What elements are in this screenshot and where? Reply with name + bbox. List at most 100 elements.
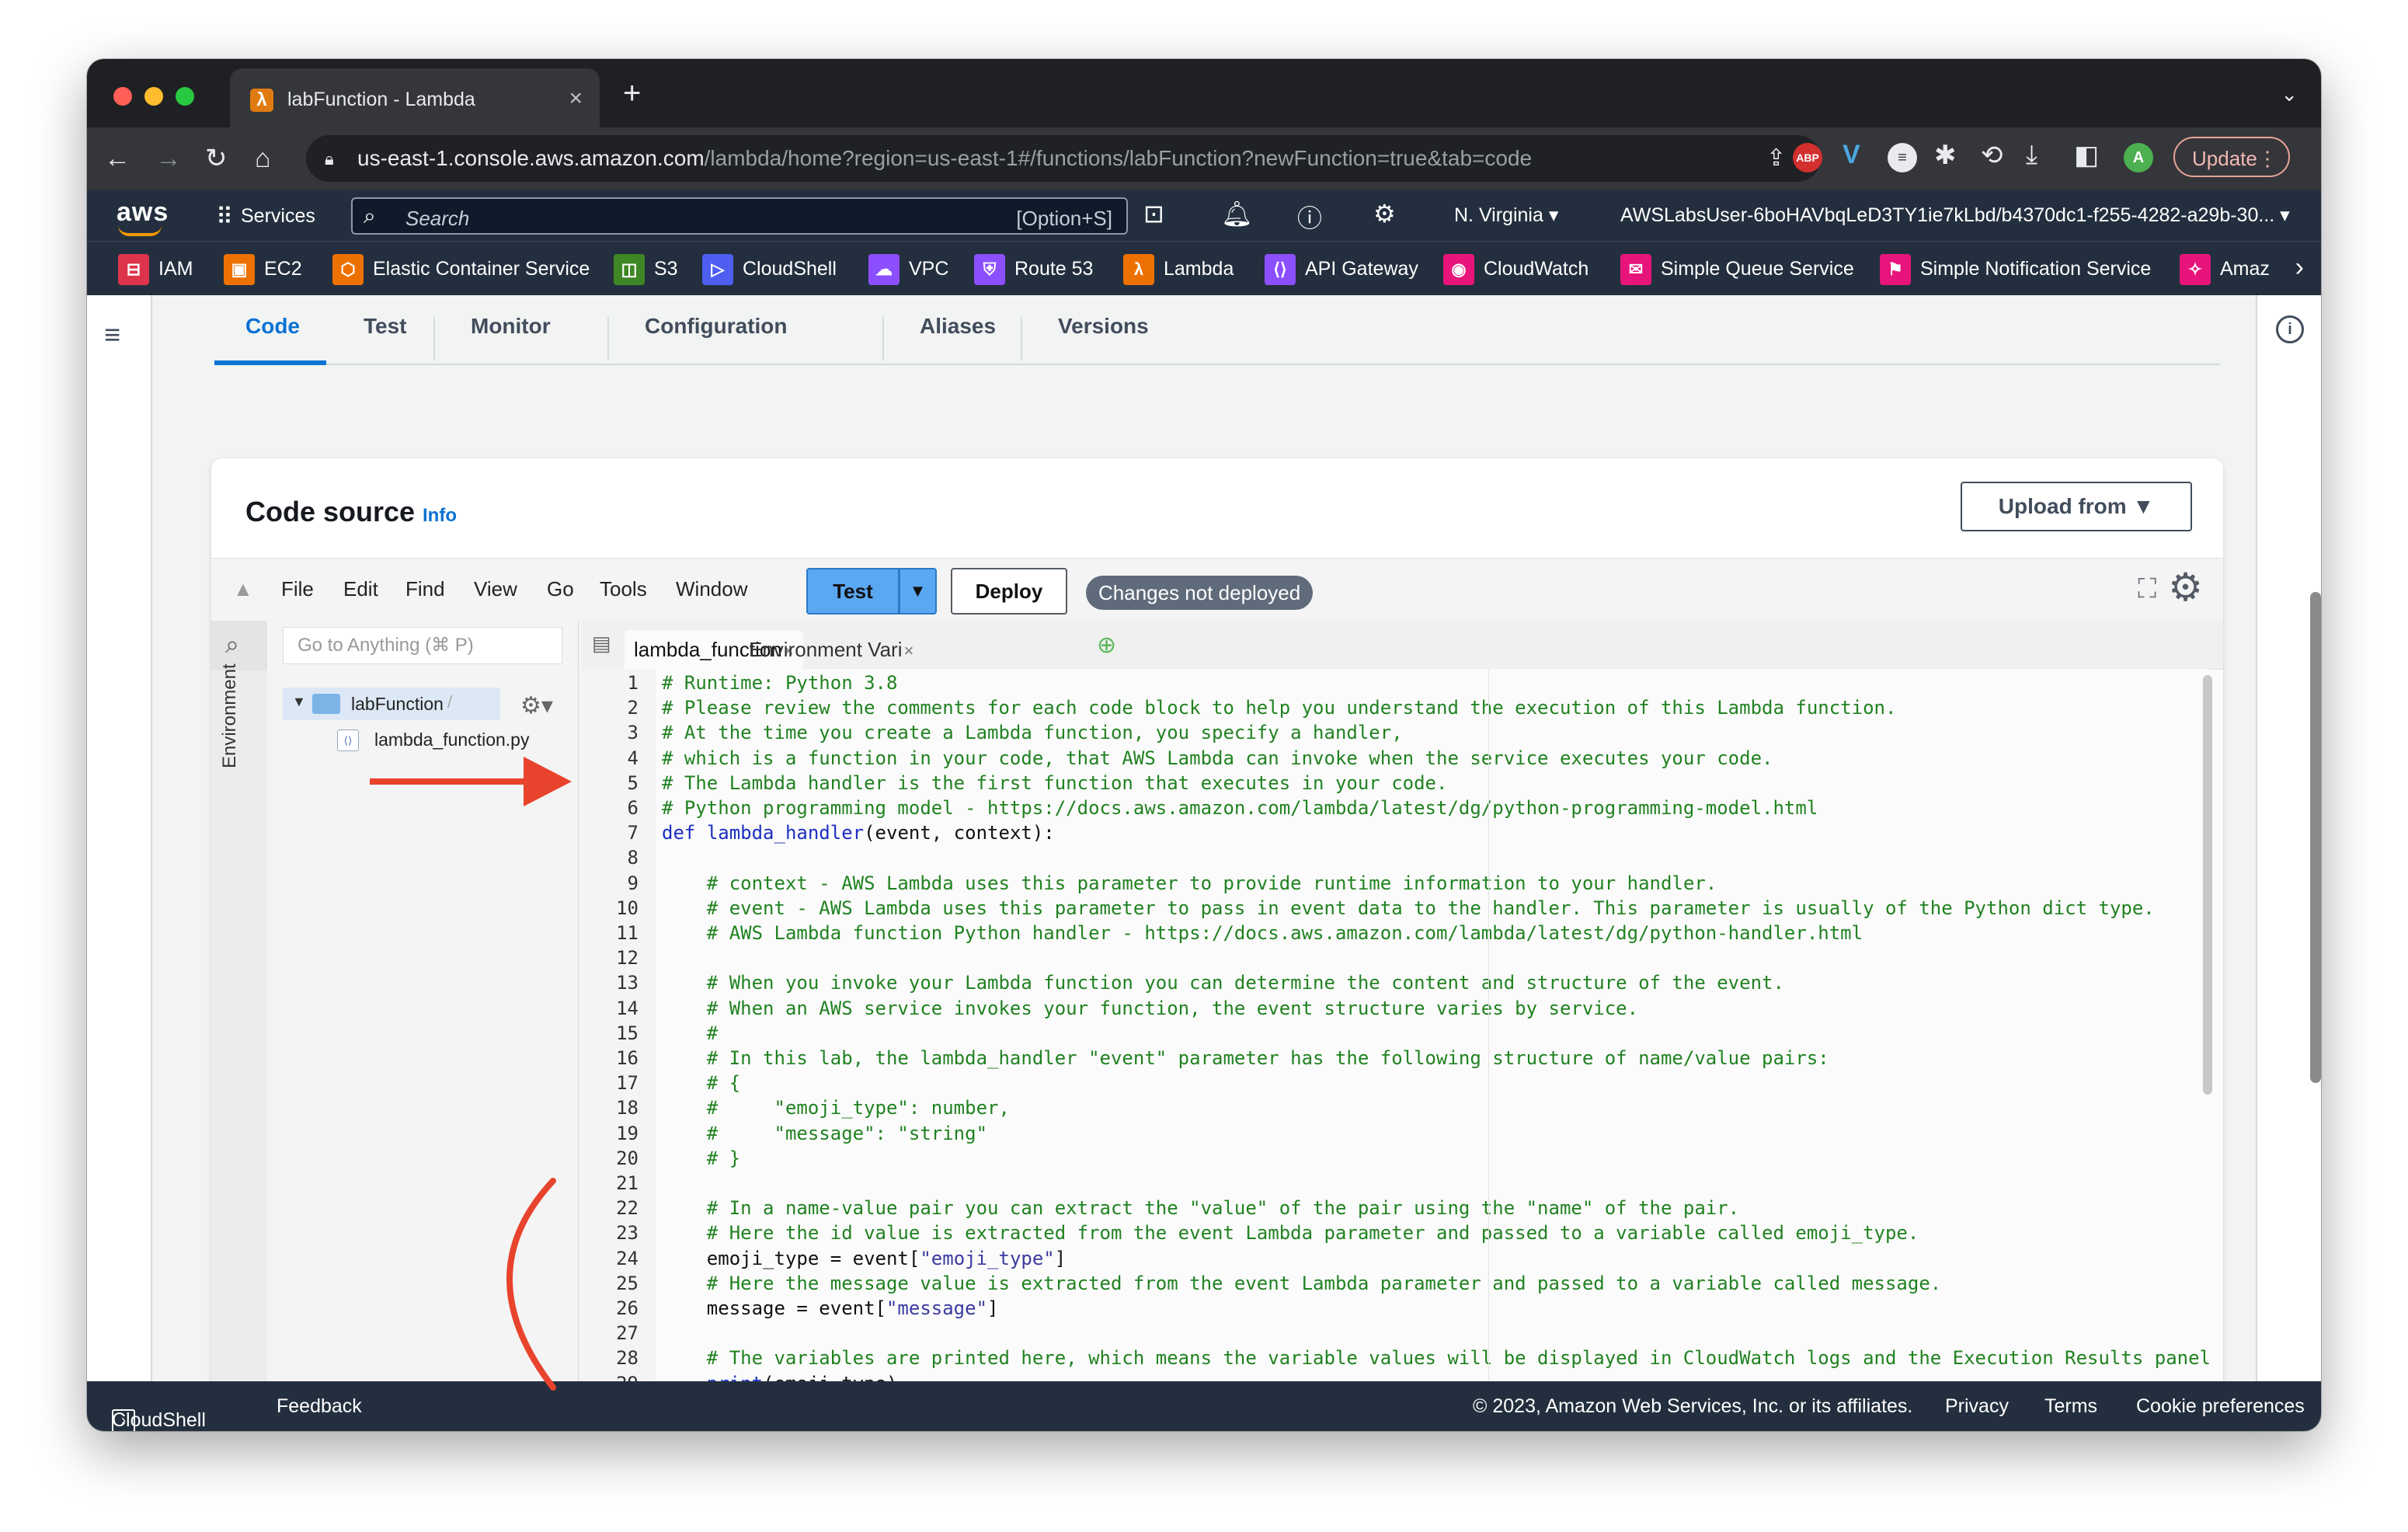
- tree-folder-labfunction[interactable]: ▼ labFunction /: [283, 688, 500, 720]
- favorite-cloudwatch[interactable]: ◉ CloudWatch: [1443, 252, 1589, 286]
- editor-tab-environment-variables[interactable]: Environment Vari×: [739, 630, 923, 669]
- close-tab-icon[interactable]: ×: [569, 85, 583, 112]
- tree-settings-gear-icon[interactable]: ⚙▾: [520, 692, 553, 719]
- favorite-vpc[interactable]: ☁ VPC: [868, 252, 948, 286]
- home-icon[interactable]: ⌂: [255, 141, 271, 176]
- footer-copyright: © 2023, Amazon Web Services, Inc. or its…: [1473, 1395, 1913, 1417]
- aws-logo[interactable]: aws: [117, 197, 169, 228]
- menu-tools[interactable]: Tools: [600, 577, 647, 601]
- profile-avatar[interactable]: A: [2124, 143, 2153, 172]
- ide-settings-gear-icon[interactable]: ⚙: [2168, 566, 2203, 608]
- editor-tabs: ▤ lambda_function× Environment Vari× ⊕: [581, 621, 2223, 670]
- footer-terms[interactable]: Terms: [2044, 1395, 2097, 1418]
- browser-tab-active[interactable]: λ labFunction - Lambda ×: [230, 68, 600, 127]
- favorite-s3[interactable]: ◫ S3: [614, 252, 678, 286]
- aws-search-input[interactable]: ⌕ Search [Option+S]: [351, 197, 1128, 235]
- code-editor[interactable]: # Runtime: Python 3.8 # Please review the…: [656, 669, 2209, 1391]
- back-icon[interactable]: ←: [104, 141, 130, 176]
- favorite-amazon-truncated[interactable]: ✧ Amaz: [2180, 252, 2270, 286]
- upload-from-button[interactable]: Upload from ▼: [1961, 482, 2192, 531]
- tab-code[interactable]: Code: [245, 314, 300, 339]
- list-extension-icon[interactable]: ≡: [1888, 143, 1917, 172]
- menu-window[interactable]: Window: [676, 577, 747, 601]
- share-icon[interactable]: ⇪: [1766, 144, 1786, 172]
- info-panel-icon[interactable]: i: [2276, 315, 2304, 343]
- line-number: 7: [627, 822, 639, 844]
- menu-file[interactable]: File: [281, 577, 314, 601]
- tab-configuration[interactable]: Configuration: [645, 314, 788, 339]
- status-badge: Changes not deployed: [1086, 576, 1314, 610]
- tab-aliases[interactable]: Aliases: [920, 314, 996, 339]
- editor-scrollbar[interactable]: [2203, 675, 2212, 1095]
- code-line: # In this lab, the lambda_handler "event…: [662, 1047, 1829, 1069]
- code-line: #: [662, 1022, 719, 1044]
- favorite-lambda[interactable]: λ Lambda: [1123, 252, 1234, 286]
- favorite-api-gateway[interactable]: ⟨⟩ API Gateway: [1265, 252, 1418, 286]
- cloudshell-icon[interactable]: ⊡: [1143, 199, 1164, 228]
- extensions-puzzle-icon[interactable]: ✱: [1934, 140, 1957, 171]
- add-tab-icon[interactable]: ⊕: [1097, 632, 1116, 659]
- performance-icon[interactable]: ⟲: [1981, 140, 2003, 171]
- fullscreen-icon[interactable]: ⛶: [2138, 574, 2156, 604]
- tab-divider: [607, 317, 609, 360]
- close-window-button[interactable]: [113, 87, 132, 106]
- line-number: 12: [616, 947, 639, 970]
- deploy-button[interactable]: Deploy: [951, 568, 1067, 615]
- menu-find[interactable]: Find: [405, 577, 445, 601]
- expand-arrow-icon[interactable]: ▼: [292, 694, 306, 710]
- line-number: 13: [616, 972, 639, 994]
- account-menu[interactable]: AWSLabsUser-6boHAVbqLeD3TY1ie7kLbd/b4370…: [1620, 204, 2290, 227]
- vimeo-extension-icon[interactable]: V: [1843, 140, 1860, 170]
- settings-gear-icon[interactable]: ⚙: [1373, 199, 1396, 228]
- menu-go[interactable]: Go: [547, 577, 574, 601]
- footer-feedback[interactable]: Feedback: [277, 1395, 362, 1418]
- info-link[interactable]: Info: [423, 505, 457, 527]
- tree-file-lambda-function[interactable]: lambda_function.py: [374, 729, 529, 750]
- favorite-sns[interactable]: ⚑ Simple Notification Service: [1880, 252, 2151, 286]
- favorite-iam[interactable]: ⊟ IAM: [118, 252, 193, 286]
- menu-view[interactable]: View: [474, 577, 517, 601]
- tab-monitor[interactable]: Monitor: [471, 314, 551, 339]
- code-source-title: Code source: [245, 496, 416, 527]
- tab-test[interactable]: Test: [364, 314, 407, 339]
- address-bar[interactable]: 🔒︎ us-east-1.console.aws.amazon.com/lamb…: [306, 135, 1821, 182]
- new-tab-icon[interactable]: +: [623, 78, 641, 109]
- notifications-bell-icon[interactable]: 🔔︎: [1221, 199, 1253, 228]
- services-menu[interactable]: ⠿ Services: [216, 204, 315, 231]
- code-source-panel: Code source Info Upload from ▼ ▲ File Ed…: [211, 458, 2223, 1419]
- minimize-window-button[interactable]: [144, 87, 163, 106]
- adblock-plus-icon[interactable]: ABP: [1793, 143, 1822, 172]
- editor-area: ▤ lambda_function× Environment Vari× ⊕ 1…: [581, 621, 2223, 1419]
- footer-cookie-preferences[interactable]: Cookie preferences: [2136, 1395, 2305, 1418]
- collapse-arrow-icon[interactable]: ▲: [233, 577, 253, 601]
- forward-icon[interactable]: →: [155, 141, 182, 176]
- menu-edit[interactable]: Edit: [343, 577, 378, 601]
- tab-search-chevron-icon[interactable]: ⌄: [2281, 82, 2298, 106]
- page-scrollbar[interactable]: [2310, 592, 2321, 1083]
- help-icon[interactable]: ⓘ: [1297, 199, 1322, 235]
- line-number: 22: [616, 1197, 639, 1220]
- favorite-sqs[interactable]: ✉ Simple Queue Service: [1620, 252, 1854, 286]
- test-button[interactable]: Test: [806, 568, 900, 615]
- chevron-right-icon[interactable]: ›: [2295, 252, 2304, 283]
- region-selector[interactable]: N. Virginia ▾: [1454, 204, 1558, 227]
- ide-menu-bar: ▲ File Edit Find View Go Tools Window Te…: [211, 559, 2223, 621]
- download-icon[interactable]: ⤓: [2026, 140, 2037, 170]
- tab-versions[interactable]: Versions: [1058, 314, 1149, 339]
- go-to-anything-input[interactable]: Go to Anything (⌘ P): [283, 627, 562, 664]
- browser-update-button[interactable]: Update ⋮: [2173, 137, 2290, 177]
- favorite-label: Route 53: [1014, 258, 1094, 280]
- reload-icon[interactable]: ↻: [205, 141, 228, 176]
- favorite-cloudshell[interactable]: ▷ CloudShell: [702, 252, 837, 286]
- side-panel-icon[interactable]: ◧: [2074, 140, 2099, 171]
- tab-list-icon[interactable]: ▤: [592, 632, 611, 656]
- favorite-ecs[interactable]: ⬡ Elastic Container Service: [332, 252, 590, 286]
- favorite-route53[interactable]: ⛨ Route 53: [974, 252, 1094, 286]
- environment-tab[interactable]: Environment: [219, 663, 241, 768]
- test-dropdown-button[interactable]: ▼: [900, 568, 937, 615]
- menu-hamburger-icon[interactable]: ≡: [104, 319, 120, 351]
- close-tab-icon[interactable]: ×: [904, 641, 914, 660]
- favorite-ec2[interactable]: ▣ EC2: [224, 252, 302, 286]
- zoom-window-button[interactable]: [176, 87, 194, 106]
- footer-privacy[interactable]: Privacy: [1945, 1395, 2009, 1418]
